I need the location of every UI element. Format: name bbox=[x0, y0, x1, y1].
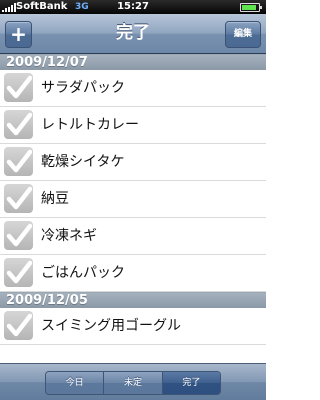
list-item-label: ごはんパック bbox=[41, 265, 125, 281]
bottom-toolbar: 今日 未定 完了 bbox=[0, 363, 266, 400]
list-item[interactable]: スイミング用ゴーグル bbox=[0, 308, 266, 345]
list-item-label: 冷凍ネギ bbox=[41, 228, 97, 244]
segment-undecided[interactable]: 未定 bbox=[104, 372, 163, 394]
list-item[interactable]: 乾燥シイタケ bbox=[0, 144, 266, 181]
navigation-bar: + 完了 編集 bbox=[0, 14, 266, 54]
checkmark-icon[interactable] bbox=[4, 311, 33, 340]
list-item-label: 乾燥シイタケ bbox=[41, 154, 125, 170]
list-item-label: スイミング用ゴーグル bbox=[41, 318, 181, 334]
list-item[interactable]: レトルトカレー bbox=[0, 107, 266, 144]
checkmark-icon[interactable] bbox=[4, 147, 33, 176]
checkmark-icon[interactable] bbox=[4, 221, 33, 250]
list-item-label: サラダパック bbox=[41, 80, 125, 96]
filter-segmented-control: 今日 未定 完了 bbox=[45, 371, 221, 395]
checkmark-icon[interactable] bbox=[4, 184, 33, 213]
section-header-date: 2009/12/05 bbox=[0, 292, 266, 308]
list-item[interactable]: サラダパック bbox=[0, 70, 266, 107]
checkmark-icon[interactable] bbox=[4, 110, 33, 139]
battery-icon bbox=[240, 3, 262, 12]
section-header-date: 2009/12/07 bbox=[0, 54, 266, 70]
list-item[interactable]: 冷凍ネギ bbox=[0, 218, 266, 255]
list-item[interactable]: 納豆 bbox=[0, 181, 266, 218]
completed-list: 2009/12/07 サラダパック レトルトカレー 乾燥シイタケ 納豆 冷凍ネギ… bbox=[0, 54, 266, 345]
list-item[interactable]: ごはんパック bbox=[0, 255, 266, 292]
status-time: 15:27 bbox=[117, 1, 149, 12]
segment-today[interactable]: 今日 bbox=[46, 372, 105, 394]
checkmark-icon[interactable] bbox=[4, 73, 33, 102]
list-item-label: レトルトカレー bbox=[41, 117, 139, 133]
edit-button[interactable]: 編集 bbox=[225, 21, 261, 48]
list-item-label: 納豆 bbox=[41, 191, 69, 207]
status-bar: SoftBank 3G 15:27 bbox=[0, 0, 266, 14]
segment-completed[interactable]: 完了 bbox=[162, 372, 220, 394]
checkmark-icon[interactable] bbox=[4, 258, 33, 287]
